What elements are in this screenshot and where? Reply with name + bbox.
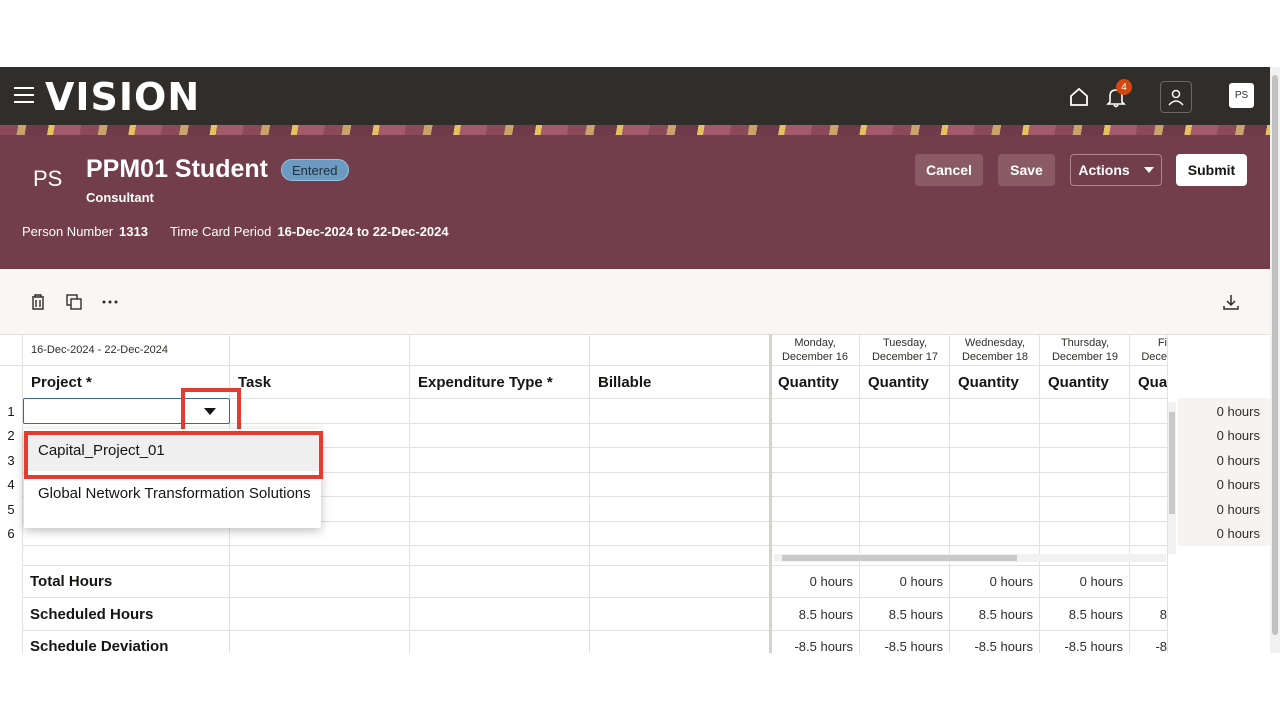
notifications-bell-icon[interactable]: 4 <box>1100 79 1132 113</box>
row-total-hours: 0 hours <box>1216 477 1260 492</box>
person-number: 1313 <box>119 224 148 239</box>
scheduled-hours-value: 8.5 hours <box>888 607 943 622</box>
duplicate-icon[interactable] <box>63 291 85 313</box>
home-icon[interactable] <box>1063 81 1095 113</box>
row-total-hours: 0 hours <box>1216 453 1260 468</box>
day-date: Dece <box>1141 351 1167 363</box>
save-button[interactable]: Save <box>998 154 1055 186</box>
column-project[interactable]: Project * <box>31 374 92 391</box>
schedule-deviation-value: -8.5 hours <box>884 639 943 653</box>
grid-toolbar <box>0 269 1270 334</box>
day-name: Wednesday, <box>964 337 1026 349</box>
period-label: Time Card Period <box>169 224 272 239</box>
cancel-button[interactable]: Cancel <box>915 154 983 186</box>
schedule-deviation-value: -8 <box>1155 639 1167 653</box>
day-name: Thursday, <box>1060 337 1110 349</box>
person-number-label: Person Number <box>22 224 114 239</box>
time-card-header: PS PPM01 Student Entered Consultant Pers… <box>0 135 1270 269</box>
column-task[interactable]: Task <box>238 374 271 391</box>
scheduled-hours-value: 8.5 hours <box>978 607 1033 622</box>
column-quantity-mon[interactable]: Quantity <box>778 374 839 391</box>
actions-label: Actions <box>1078 162 1130 178</box>
grid-horizontal-scrollbar[interactable] <box>774 554 1166 562</box>
top-bar: VISION 4 PS <box>0 67 1270 125</box>
schedule-deviation-label: Schedule Deviation <box>30 638 169 653</box>
highlight-dropdown-trigger <box>181 388 241 434</box>
row-total-hours: 0 hours <box>1216 502 1260 517</box>
scheduled-hours-value: 8.5 hours <box>1068 607 1123 622</box>
row-number: 4 <box>7 477 15 492</box>
column-billable[interactable]: Billable <box>598 374 651 391</box>
schedule-deviation-value: -8.5 hours <box>1064 639 1123 653</box>
day-name: Monday, <box>794 337 836 349</box>
day-date: December 16 <box>781 351 849 363</box>
date-range: 16-Dec-2024 - 22-Dec-2024 <box>31 344 168 356</box>
day-header-mon: Monday, December 16 <box>770 336 860 364</box>
person-role: Consultant <box>86 190 154 205</box>
chevron-down-icon <box>1143 167 1154 173</box>
time-card-meta: Person Number 1313 Time Card Period 16-Dec-… <box>22 224 471 239</box>
submit-button[interactable]: Submit <box>1176 154 1247 186</box>
row-total-hours: 0 hours <box>1216 526 1260 541</box>
total-hours-value: 0 hours <box>809 574 853 589</box>
schedule-deviation-value: -8.5 hours <box>974 639 1033 653</box>
day-date: December 17 <box>871 351 939 363</box>
day-header-wed: Wednesday, December 18 <box>950 336 1040 364</box>
day-date: December 19 <box>1051 351 1119 363</box>
row-totals-column <box>1178 398 1270 546</box>
day-name: Tuesday, <box>882 337 928 349</box>
avatar[interactable]: PS <box>1229 83 1254 108</box>
column-expenditure-type[interactable]: Expenditure Type * <box>418 374 553 391</box>
day-header-tue: Tuesday, December 17 <box>860 336 950 364</box>
column-quantity-fri[interactable]: Qua <box>1138 374 1167 391</box>
app-logo[interactable]: VISION <box>45 75 200 119</box>
scheduled-hours-value: 8.5 hours <box>798 607 853 622</box>
user-icon[interactable] <box>1160 81 1192 113</box>
more-options-icon[interactable] <box>99 291 121 313</box>
page-scrollbar[interactable] <box>1270 67 1280 653</box>
person-initials: PS <box>33 166 63 191</box>
schedule-deviation-value: -8.5 hours <box>794 639 853 653</box>
scheduled-hours-label: Scheduled Hours <box>30 606 154 623</box>
grid-vertical-scrollbar[interactable] <box>1168 402 1176 554</box>
total-hours-value: 0 hours <box>1079 574 1123 589</box>
row-number: 3 <box>7 453 15 468</box>
decorative-banner <box>0 125 1270 135</box>
column-quantity-tue[interactable]: Quantity <box>868 374 929 391</box>
column-quantity-thu[interactable]: Quantity <box>1048 374 1109 391</box>
total-hours-label: Total Hours <box>30 573 113 590</box>
time-card-page: VISION 4 PS PS PPM01 Student Entered Con… <box>0 67 1280 653</box>
scheduled-hours-value: 8 <box>1159 607 1167 622</box>
day-header-fri: Fi Dece <box>1130 336 1167 364</box>
period-value: 16-Dec-2024 to 22-Dec-2024 <box>277 224 449 239</box>
download-icon[interactable] <box>1220 291 1242 313</box>
day-name: Fi <box>1157 337 1167 349</box>
person-name: PPM01 Student <box>86 155 268 183</box>
day-date: December 18 <box>961 351 1029 363</box>
project-option[interactable]: Global Network Transformation Solutions <box>24 474 321 514</box>
row-total-hours: 0 hours <box>1216 428 1260 443</box>
actions-menu-button[interactable]: Actions <box>1070 154 1162 186</box>
delete-icon[interactable] <box>27 291 49 313</box>
total-hours-value: 0 hours <box>989 574 1033 589</box>
column-quantity-wed[interactable]: Quantity <box>958 374 1019 391</box>
menu-icon[interactable] <box>14 87 34 103</box>
status-badge: Entered <box>281 159 349 181</box>
row-number: 6 <box>7 526 15 541</box>
row-number: 1 <box>7 404 15 419</box>
day-header-thu: Thursday, December 19 <box>1040 336 1130 364</box>
notification-badge: 4 <box>1116 79 1132 95</box>
row-total-hours: 0 hours <box>1216 404 1260 419</box>
row-number: 2 <box>7 428 15 443</box>
row-number: 5 <box>7 502 15 517</box>
highlight-selected-option <box>24 431 323 479</box>
total-hours-value: 0 hours <box>899 574 943 589</box>
time-entry-grid: 16-Dec-2024 - 22-Dec-2024 Monday, Decembe… <box>0 334 1270 653</box>
